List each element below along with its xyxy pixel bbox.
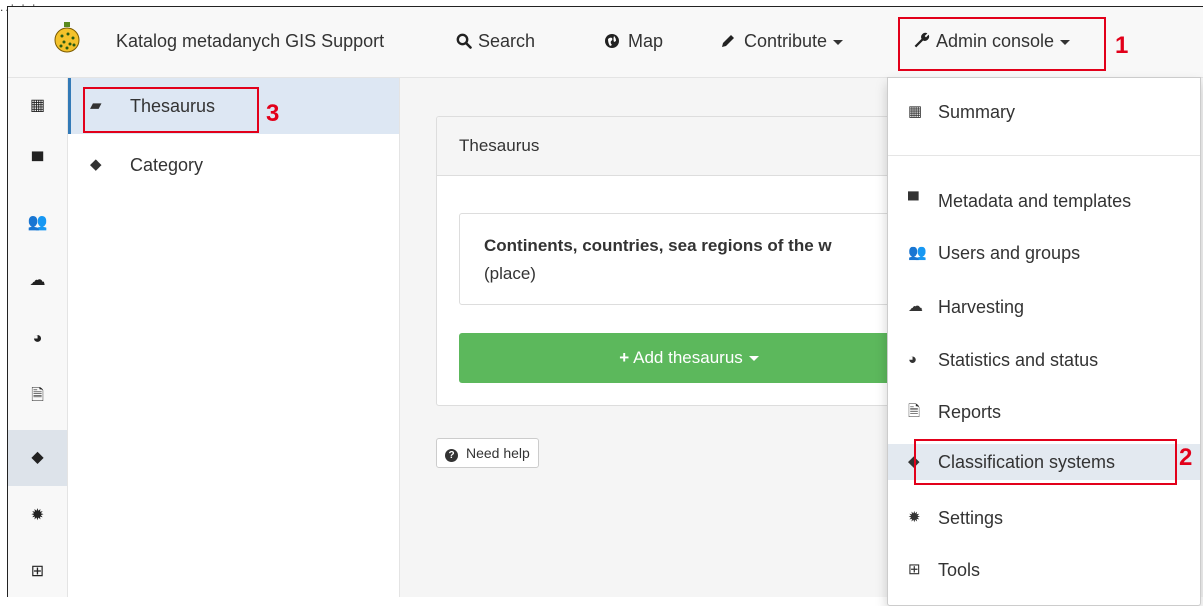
icon-sidebar: ▦ ▀ 👥 ☁ ◕ 🗎 ◆ ✹ ⊞ bbox=[8, 78, 68, 597]
menu-metadata-templates[interactable]: ▀ Metadata and templates bbox=[888, 183, 1200, 219]
annotation-number-2: 2 bbox=[1179, 444, 1193, 471]
menu-label: Metadata and templates bbox=[938, 191, 1132, 211]
thesaurus-type: (place) bbox=[484, 264, 536, 283]
menu-harvesting[interactable]: ☁ Harvesting bbox=[888, 289, 1200, 325]
users-icon: 👥 bbox=[908, 244, 927, 261]
app-window: Katalog metadanych GIS Support Search Ma… bbox=[7, 6, 1203, 606]
menu-users-groups[interactable]: 👥 Users and groups bbox=[888, 235, 1200, 271]
menu-divider bbox=[888, 155, 1200, 156]
annotation-number-1: 1 bbox=[1115, 32, 1129, 59]
annotation-number-3: 3 bbox=[266, 100, 280, 127]
menu-label: Users and groups bbox=[938, 243, 1081, 263]
panel-title: Thesaurus bbox=[437, 117, 917, 176]
subnav-category-label: Category bbox=[130, 155, 204, 175]
medkit-icon: ⊞ bbox=[908, 561, 921, 578]
thesaurus-title: Continents, countries, sea regions of th… bbox=[484, 236, 832, 255]
tags-icon: ◆ bbox=[90, 156, 102, 173]
question-icon: ? bbox=[445, 449, 458, 462]
sidebar-tags-icon[interactable]: ◆ bbox=[8, 430, 67, 486]
chevron-down-icon bbox=[748, 356, 759, 362]
file-icon: 🗎 bbox=[908, 403, 921, 420]
nav-contribute[interactable]: Contribute bbox=[720, 31, 844, 52]
gear-icon: ✹ bbox=[908, 509, 921, 526]
sidebar-dashboard-icon[interactable]: ◕ bbox=[8, 311, 67, 367]
sidebar-users-icon[interactable]: 👥 bbox=[8, 195, 67, 251]
sub-sidebar: ▰ Thesaurus ◆ Category bbox=[68, 78, 400, 597]
admin-console-dropdown: ▦ Summary ▀ Metadata and templates 👥 Use… bbox=[887, 77, 1201, 606]
logo-icon[interactable] bbox=[52, 22, 82, 54]
nav-map[interactable]: Map bbox=[604, 31, 663, 52]
menu-label: Settings bbox=[938, 508, 1004, 528]
need-help-button[interactable]: ? Need help bbox=[436, 438, 539, 468]
nav-search[interactable]: Search bbox=[456, 31, 535, 52]
menu-tools[interactable]: ⊞ Tools bbox=[888, 552, 1200, 588]
menu-label: Summary bbox=[938, 102, 1016, 122]
add-thesaurus-label: Add thesaurus bbox=[633, 348, 743, 367]
menu-summary[interactable]: ▦ Summary bbox=[888, 94, 1200, 130]
dashboard-icon: ◕ bbox=[908, 351, 918, 368]
add-thesaurus-button[interactable]: + Add thesaurus bbox=[459, 333, 917, 383]
menu-statistics[interactable]: ◕ Statistics and status bbox=[888, 342, 1200, 378]
archive-icon: ▀ bbox=[908, 192, 919, 209]
annotation-box-admin bbox=[898, 17, 1106, 71]
menu-label: Reports bbox=[938, 402, 1002, 422]
annotation-box-classification bbox=[914, 439, 1177, 485]
nav-contribute-label: Contribute bbox=[744, 31, 828, 51]
search-icon bbox=[456, 33, 472, 49]
brand-link[interactable]: Katalog metadanych GIS Support bbox=[116, 31, 384, 52]
menu-reports[interactable]: 🗎 Reports bbox=[888, 394, 1200, 430]
grid-icon: ▦ bbox=[908, 103, 923, 120]
annotation-box-thesaurus bbox=[83, 87, 259, 133]
subnav-category[interactable]: ◆ Category bbox=[68, 137, 399, 193]
sidebar-file-icon[interactable]: 🗎 bbox=[8, 368, 67, 424]
menu-label: Harvesting bbox=[938, 297, 1025, 317]
nav-search-label: Search bbox=[478, 31, 536, 51]
need-help-label: Need help bbox=[466, 445, 530, 461]
menu-label: Statistics and status bbox=[938, 350, 1099, 370]
sidebar-grid-icon[interactable]: ▦ bbox=[8, 78, 67, 134]
sidebar-cloud-download-icon[interactable]: ☁ bbox=[8, 253, 67, 309]
cloud-download-icon: ☁ bbox=[908, 298, 923, 315]
globe-icon bbox=[605, 34, 619, 48]
nav-map-label: Map bbox=[628, 31, 664, 51]
sidebar-gear-icon[interactable]: ✹ bbox=[8, 488, 67, 544]
chevron-down-icon bbox=[833, 39, 844, 45]
thesaurus-card[interactable]: Continents, countries, sea regions of th… bbox=[459, 213, 917, 305]
sidebar-medkit-icon[interactable]: ⊞ bbox=[8, 544, 67, 600]
thesaurus-panel: Thesaurus Continents, countries, sea reg… bbox=[436, 116, 918, 406]
sidebar-archive-icon[interactable]: ▀ bbox=[8, 134, 67, 190]
menu-label: Tools bbox=[938, 560, 981, 580]
menu-settings[interactable]: ✹ Settings bbox=[888, 500, 1200, 536]
plus-icon: + bbox=[619, 348, 630, 367]
pencil-icon bbox=[722, 35, 734, 47]
